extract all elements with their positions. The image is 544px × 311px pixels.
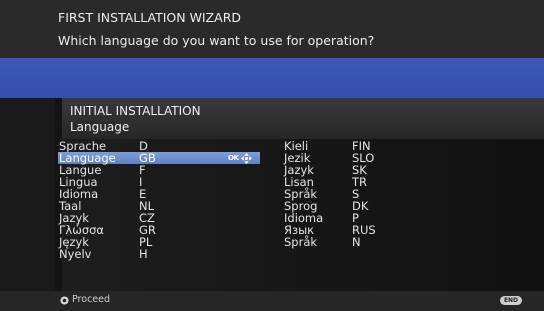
ok-circle-icon — [60, 296, 69, 305]
language-option[interactable]: Kieli FIN — [284, 140, 484, 152]
wizard-title: FIRST INSTALLATION WIZARD — [58, 10, 242, 25]
language-option[interactable]: Γλώσσα GR — [59, 224, 264, 236]
language-column-right: Kieli FIN Jezik SLO Jazyk SK Lisan TR Språk S Spro… — [284, 140, 484, 248]
language-list: Sprache D Language GB OK Langue F Lingua I Idioma… — [58, 139, 544, 291]
language-code: H — [139, 247, 148, 261]
language-option[interactable]: Jezik SLO — [284, 152, 484, 164]
panel-title: INITIAL INSTALLATION — [70, 104, 201, 118]
language-option[interactable]: Taal NL — [59, 200, 264, 212]
language-code: N — [352, 235, 361, 249]
language-option[interactable]: Idioma E — [59, 188, 264, 200]
language-column-left: Sprache D Language GB OK Langue F Lingua I Idioma… — [58, 140, 264, 261]
language-option[interactable]: Idioma P — [284, 212, 484, 224]
language-option[interactable]: Språk N — [284, 236, 484, 248]
end-button[interactable]: END — [500, 296, 522, 305]
language-name: Språk — [284, 235, 318, 249]
accent-band — [0, 58, 544, 98]
language-option[interactable]: Język PL — [59, 236, 264, 248]
ok-hint: OK — [228, 152, 253, 164]
panel-subtitle: Language — [70, 120, 130, 134]
navigation-arrows-icon — [241, 152, 253, 164]
footer-bar: Proceed END — [0, 291, 544, 311]
wizard-question: Which language do you want to use for op… — [58, 33, 375, 48]
ok-badge: OK — [228, 154, 239, 162]
language-option[interactable]: Nyelv H — [59, 247, 264, 261]
panel-side-strip — [0, 98, 55, 291]
panel-header: INITIAL INSTALLATION Language — [62, 98, 544, 139]
proceed-label: Proceed — [72, 294, 111, 305]
installation-panel: INITIAL INSTALLATION Language Sprache D La… — [0, 98, 544, 291]
language-option[interactable]: Jazyk SK — [284, 164, 484, 176]
language-name: Nyelv — [59, 247, 92, 261]
wizard-header: FIRST INSTALLATION WIZARD Which language… — [0, 0, 544, 58]
